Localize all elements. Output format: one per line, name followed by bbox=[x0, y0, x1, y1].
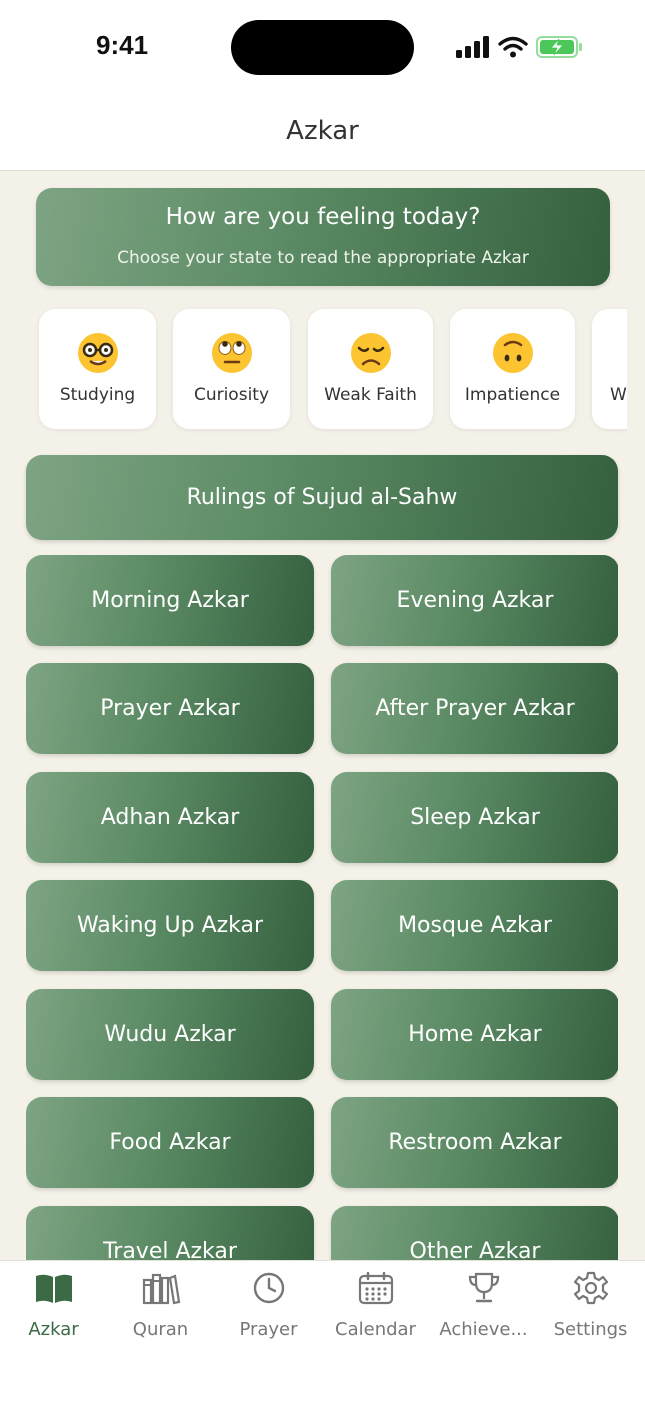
tab-label: Azkar bbox=[28, 1319, 79, 1340]
mood-carousel[interactable]: Studying Curiosity Weak Faith Impatience… bbox=[26, 300, 627, 440]
navigation-header: Azkar bbox=[0, 92, 645, 171]
calendar-icon bbox=[322, 1271, 429, 1307]
tab-label: Quran bbox=[132, 1319, 189, 1340]
tab-quran[interactable]: Quran bbox=[107, 1261, 214, 1351]
tab-achievements[interactable]: Achieve... bbox=[430, 1261, 537, 1351]
azkar-button-adhan[interactable]: Adhan Azkar bbox=[26, 772, 314, 863]
banner-title: How are you feeling today? bbox=[165, 204, 481, 230]
open-book-icon bbox=[0, 1271, 107, 1307]
mood-card-studying[interactable]: Studying bbox=[39, 309, 156, 429]
tab-bar: Azkar Quran Prayer Calendar Achieve... S… bbox=[0, 1260, 645, 1401]
azkar-button-travel[interactable]: Travel Azkar bbox=[26, 1206, 314, 1260]
tab-prayer[interactable]: Prayer bbox=[215, 1261, 322, 1351]
dynamic-island bbox=[231, 20, 414, 75]
tab-settings[interactable]: Settings bbox=[537, 1261, 644, 1351]
azkar-button-food[interactable]: Food Azkar bbox=[26, 1097, 314, 1188]
tab-label: Achieve... bbox=[439, 1319, 528, 1340]
azkar-button-wudu[interactable]: Wudu Azkar bbox=[26, 989, 314, 1080]
azkar-grid: Morning Azkar Evening Azkar Prayer Azkar… bbox=[26, 555, 618, 1260]
tab-label: Calendar bbox=[335, 1319, 416, 1340]
azkar-button-sleep[interactable]: Sleep Azkar bbox=[331, 772, 618, 863]
status-time: 9:41 bbox=[96, 30, 149, 60]
azkar-button-home[interactable]: Home Azkar bbox=[331, 989, 618, 1080]
gear-icon bbox=[537, 1271, 644, 1307]
mood-card-partial[interactable]: W bbox=[592, 309, 627, 429]
banner-subtitle: Choose your state to read the appropriat… bbox=[117, 248, 529, 268]
mood-card-impatience[interactable]: Impatience bbox=[450, 309, 575, 429]
cellular-signal-icon bbox=[456, 36, 489, 58]
azkar-button-waking-up[interactable]: Waking Up Azkar bbox=[26, 880, 314, 971]
page-title: Azkar bbox=[286, 116, 359, 146]
azkar-button-other[interactable]: Other Azkar bbox=[331, 1206, 618, 1260]
nerd-face-icon bbox=[39, 331, 156, 375]
clock-icon bbox=[215, 1271, 322, 1307]
azkar-button-mosque[interactable]: Mosque Azkar bbox=[331, 880, 618, 971]
mood-label: Impatience bbox=[464, 385, 561, 405]
azkar-button-evening[interactable]: Evening Azkar bbox=[331, 555, 618, 646]
azkar-button-prayer[interactable]: Prayer Azkar bbox=[26, 663, 314, 754]
azkar-button-restroom[interactable]: Restroom Azkar bbox=[331, 1097, 618, 1188]
feeling-banner: How are you feeling today? Choose your s… bbox=[36, 188, 610, 286]
mood-label: Studying bbox=[59, 385, 136, 405]
azkar-button-morning[interactable]: Morning Azkar bbox=[26, 555, 314, 646]
wifi-icon bbox=[498, 36, 528, 58]
mood-label: Curiosity bbox=[193, 385, 270, 405]
tab-azkar[interactable]: Azkar bbox=[0, 1261, 107, 1351]
mood-label: Weak Faith bbox=[324, 385, 417, 405]
tab-label: Settings bbox=[553, 1319, 628, 1340]
mood-label: W bbox=[610, 385, 627, 405]
books-icon bbox=[107, 1271, 214, 1307]
eye-roll-face-icon bbox=[173, 331, 290, 375]
trophy-icon bbox=[430, 1271, 537, 1307]
disappointed-face-icon bbox=[308, 331, 433, 375]
mood-card-curiosity[interactable]: Curiosity bbox=[173, 309, 290, 429]
azkar-button-after-prayer[interactable]: After Prayer Azkar bbox=[331, 663, 618, 754]
tab-label: Prayer bbox=[239, 1319, 298, 1340]
rulings-sujud-sahw-button[interactable]: Rulings of Sujud al-Sahw bbox=[26, 455, 618, 540]
status-icons bbox=[456, 34, 584, 60]
upside-down-face-icon bbox=[450, 331, 575, 375]
battery-charging-icon bbox=[536, 36, 582, 58]
status-bar: 9:41 bbox=[0, 0, 645, 92]
tab-calendar[interactable]: Calendar bbox=[322, 1261, 429, 1351]
mood-card-weak-faith[interactable]: Weak Faith bbox=[308, 309, 433, 429]
